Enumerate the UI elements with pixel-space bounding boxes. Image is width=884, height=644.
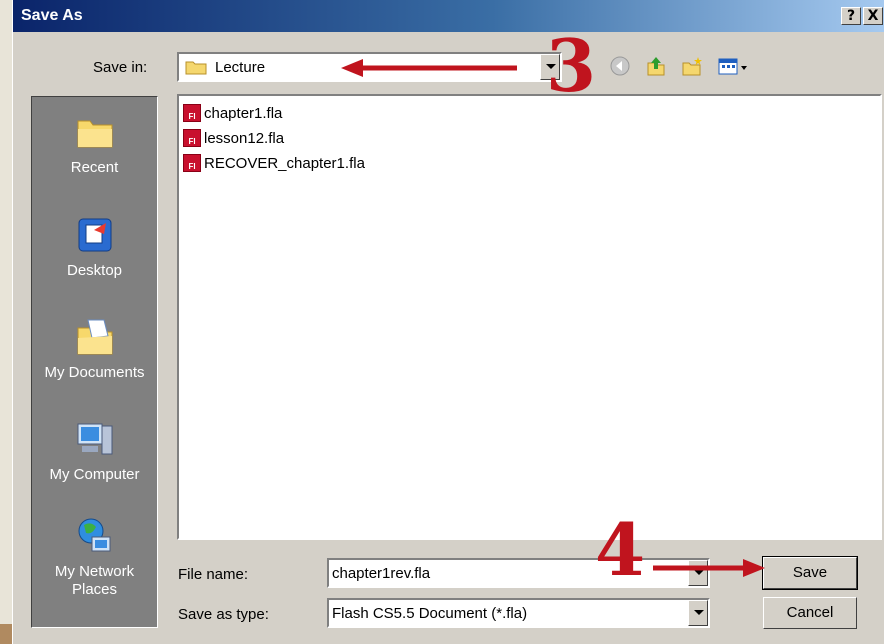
file-name-text: chapter1.fla	[204, 104, 283, 122]
place-my-computer[interactable]: My Computer	[32, 418, 157, 483]
arrow-left-icon	[341, 59, 517, 77]
file-name-text: lesson12.fla	[204, 129, 285, 147]
desktop-icon	[78, 218, 111, 252]
save-in-label: Save in:	[93, 59, 148, 76]
step-4-annotation: 4	[595, 507, 646, 592]
my-documents-icon	[77, 319, 112, 355]
list-item[interactable]: Fl RECOVER_chapter1.fla	[183, 152, 365, 174]
place-label: Desktop	[66, 262, 123, 279]
save-as-type-value: Flash CS5.5 Document (*.fla)	[332, 605, 528, 622]
folder-icon	[185, 61, 207, 75]
flash-file-icon: Fl	[183, 129, 201, 147]
save-button[interactable]: Save	[762, 556, 858, 590]
save-as-dialog: Save As ? X Save in: Lecture Recent Desk…	[12, 0, 884, 644]
file-name-text: RECOVER_chapter1.fla	[204, 154, 365, 172]
title-bar[interactable]: Save As ? X	[13, 0, 884, 32]
save-as-type-dropdown[interactable]: Flash CS5.5 Document (*.fla)	[327, 598, 710, 628]
my-computer-icon	[77, 423, 112, 455]
help-button[interactable]: ?	[841, 7, 861, 25]
place-label: Recent	[70, 159, 119, 176]
cancel-button[interactable]: Cancel	[763, 597, 857, 629]
place-my-network-places[interactable]: My Network Places	[32, 515, 157, 599]
place-label: My Network Places	[54, 563, 135, 598]
up-folder-icon[interactable]	[645, 55, 667, 77]
list-item[interactable]: Fl lesson12.fla	[183, 127, 284, 149]
back-icon[interactable]	[609, 55, 631, 77]
flash-file-icon: Fl	[183, 104, 201, 122]
network-places-icon	[78, 518, 110, 552]
file-name-label: File name:	[178, 566, 249, 583]
flash-file-icon: Fl	[183, 154, 201, 172]
view-menu-icon[interactable]	[717, 55, 749, 77]
place-desktop[interactable]: Desktop	[32, 214, 157, 279]
recent-folder-icon	[77, 120, 112, 148]
file-name-value: chapter1rev.fla	[332, 565, 431, 582]
background-strip	[0, 624, 12, 644]
places-bar: Recent Desktop My Documents My Computer …	[31, 96, 158, 628]
new-folder-icon[interactable]	[681, 55, 703, 77]
chevron-down-icon[interactable]	[688, 600, 708, 626]
place-label: My Computer	[49, 466, 140, 483]
close-button[interactable]: X	[863, 7, 883, 25]
save-as-type-label: Save as type:	[178, 606, 269, 623]
place-label: My Documents	[44, 364, 145, 381]
place-recent[interactable]: Recent	[32, 111, 157, 176]
arrow-right-icon	[653, 559, 765, 577]
step-3-annotation: 3	[546, 23, 597, 108]
save-in-value: Lecture	[215, 59, 266, 76]
window-title: Save As	[21, 7, 83, 24]
place-my-documents[interactable]: My Documents	[32, 316, 157, 381]
list-item[interactable]: Fl chapter1.fla	[183, 102, 282, 124]
file-list[interactable]: Fl chapter1.fla Fl lesson12.fla Fl RECOV…	[177, 94, 882, 540]
